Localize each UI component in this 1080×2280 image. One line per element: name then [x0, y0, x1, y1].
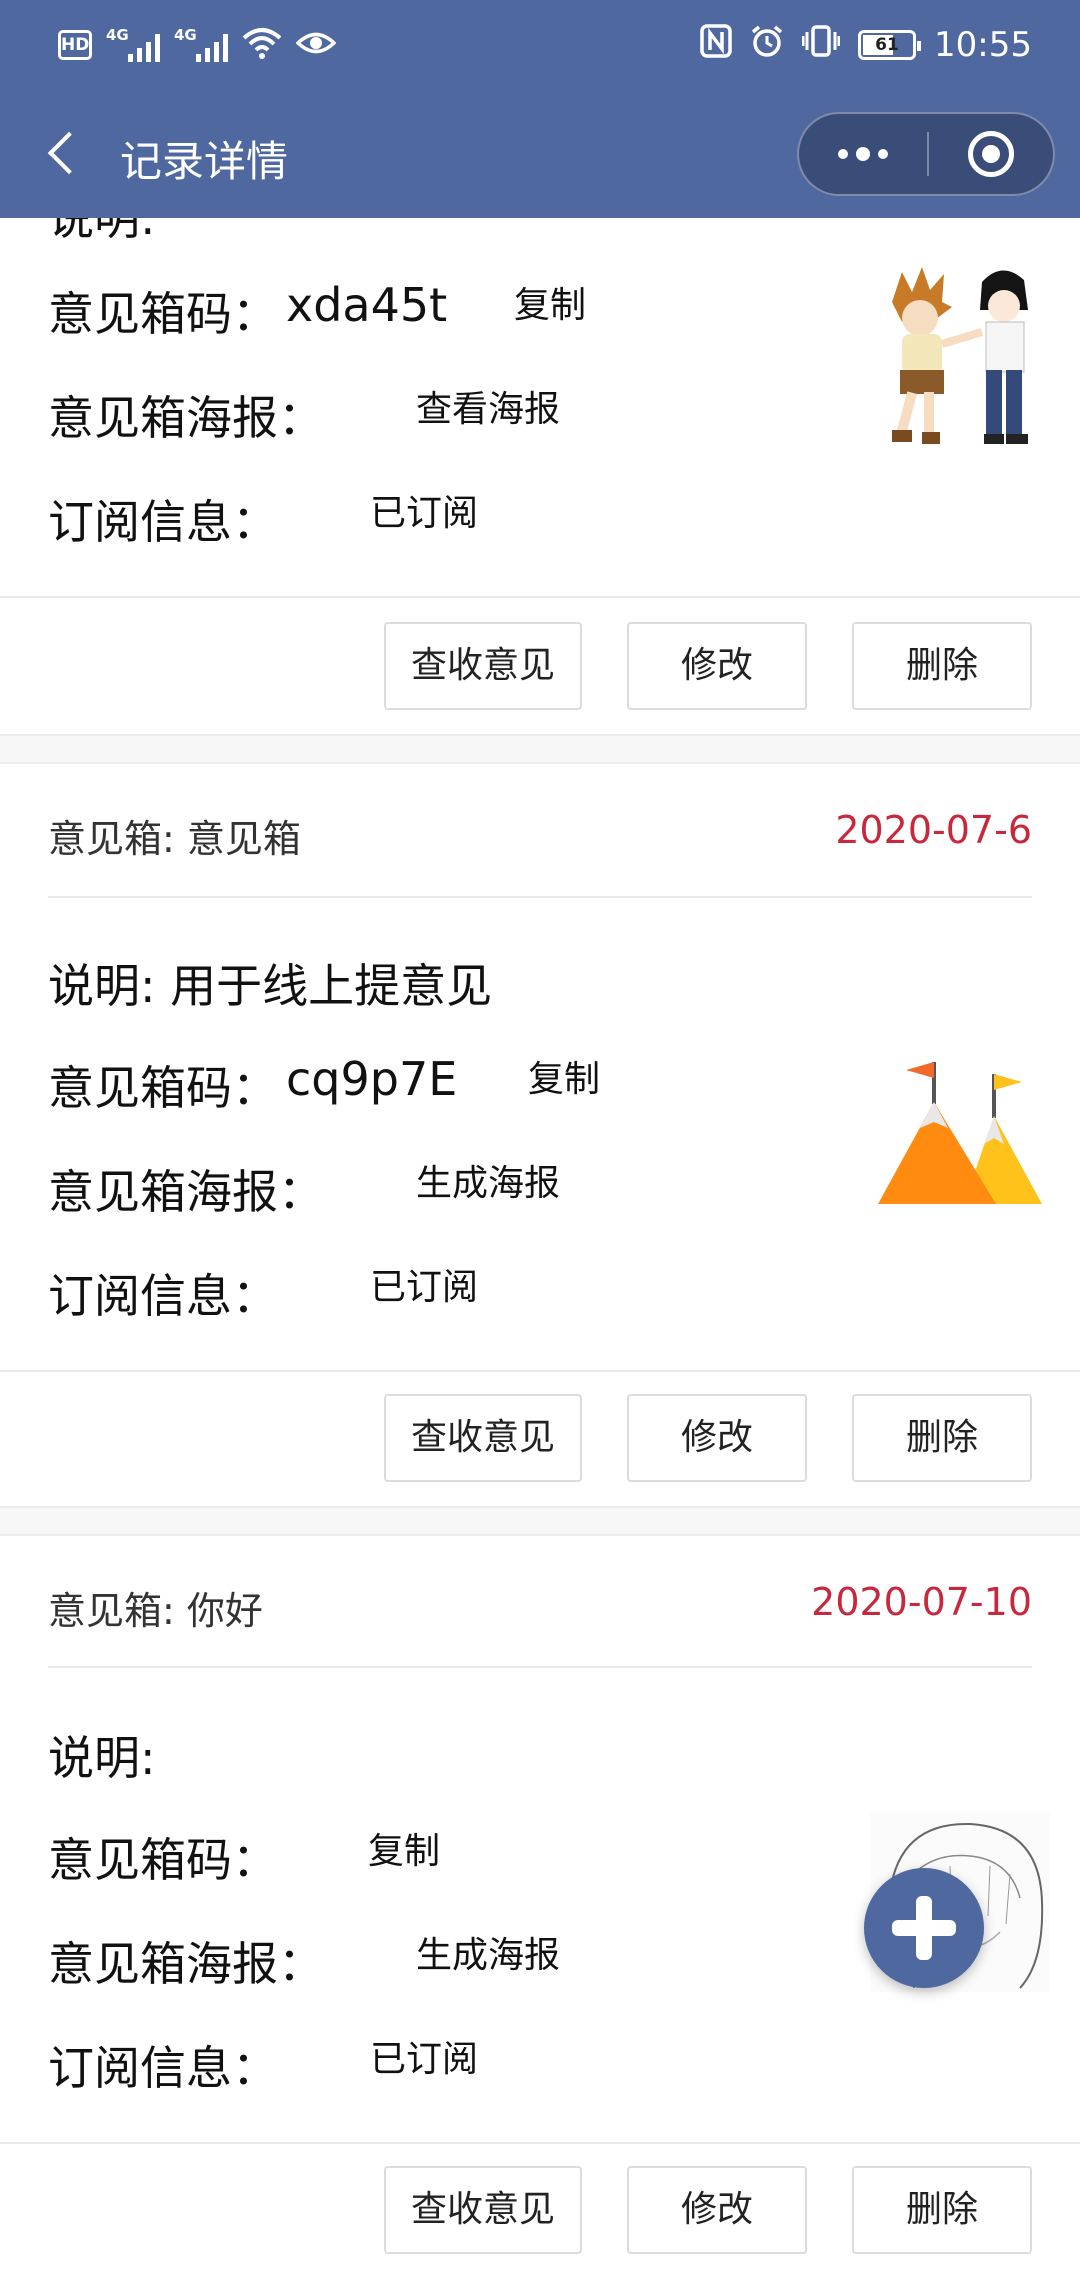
nfc-icon	[700, 23, 732, 67]
record-date: 2020-07-10	[811, 1580, 1032, 1624]
description-label: 说明: 用于线上提意见	[48, 959, 493, 1013]
copy-code-button[interactable]: 复制	[368, 1822, 440, 1874]
divider	[48, 1666, 1032, 1668]
poster-label: 意见箱海报：	[48, 1165, 324, 1219]
back-arrow-icon[interactable]	[44, 130, 84, 180]
signal-icon-2: 4G	[174, 26, 228, 62]
page-title: 记录详情	[120, 137, 289, 186]
app-header: HD 4G 4G 61 10:55 记录详情	[0, 0, 1080, 218]
subscription-status: 已订阅	[370, 493, 479, 534]
divider	[48, 896, 1032, 898]
network-type-label-2: 4G	[174, 26, 197, 44]
divider	[0, 596, 1080, 598]
subscription-label: 订阅信息：	[48, 495, 278, 549]
signal-icon: 4G	[106, 26, 160, 62]
poster-label: 意见箱海报：	[48, 1937, 324, 1991]
card-separator	[0, 1506, 1080, 1536]
code-label: 意见箱码：	[48, 1061, 278, 1115]
delete-button[interactable]: 删除	[852, 1394, 1032, 1482]
network-type-label: 4G	[106, 26, 129, 44]
receive-feedback-button[interactable]: 查收意见	[384, 622, 582, 710]
description-label: 说明:	[48, 1731, 156, 1785]
nav-bar: 记录详情	[0, 92, 1080, 218]
receive-feedback-button[interactable]: 查收意见	[384, 1394, 582, 1482]
vibrate-icon	[801, 24, 841, 67]
alarm-icon	[750, 24, 784, 67]
divider	[0, 1370, 1080, 1372]
edit-button[interactable]: 修改	[627, 622, 807, 710]
battery-icon: 61	[858, 30, 922, 60]
poster-label: 意见箱海报：	[48, 391, 324, 445]
edit-button[interactable]: 修改	[627, 1394, 807, 1482]
subscription-status: 已订阅	[370, 1267, 479, 1308]
subscription-label: 订阅信息：	[48, 1269, 278, 1323]
hd-icon: HD	[58, 30, 92, 60]
code-label: 意见箱码：	[48, 1833, 278, 1887]
status-right: 61 10:55	[700, 22, 1032, 68]
more-menu-button[interactable]	[799, 114, 927, 194]
generate-poster-button[interactable]: 生成海报	[416, 1926, 560, 1978]
edit-button[interactable]: 修改	[627, 2166, 807, 2254]
code-label: 意见箱码：	[48, 287, 278, 341]
mountain-flags-image	[876, 1054, 1046, 1204]
card-separator	[0, 734, 1080, 764]
delete-button[interactable]: 删除	[852, 622, 1032, 710]
code-value: cq9p7E	[286, 1052, 458, 1106]
anime-characters-image	[872, 262, 1042, 452]
close-miniprogram-button[interactable]	[929, 114, 1053, 194]
record-date: 2020-07-6	[835, 808, 1032, 852]
status-bar: HD 4G 4G 61 10:55	[0, 0, 1080, 92]
subscription-label: 订阅信息：	[48, 2041, 278, 2095]
miniprogram-capsule	[797, 112, 1055, 196]
plus-icon[interactable]	[864, 1868, 984, 1988]
clock-time: 10:55	[934, 25, 1032, 65]
description-label: 说明:	[48, 218, 156, 245]
receive-feedback-button[interactable]: 查收意见	[384, 2166, 582, 2254]
eye-icon	[295, 28, 337, 62]
view-poster-button[interactable]: 查看海报	[416, 380, 560, 432]
subscription-status: 已订阅	[370, 2039, 479, 2080]
wifi-icon	[242, 26, 282, 64]
code-value: xda45t	[286, 278, 448, 332]
copy-code-button[interactable]: 复制	[514, 276, 586, 328]
copy-code-button[interactable]: 复制	[528, 1050, 600, 1102]
battery-level: 61	[875, 35, 899, 55]
feedback-box-name: 意见箱: 你好	[48, 1589, 263, 1633]
target-circle-icon	[968, 131, 1014, 177]
feedback-box-name: 意见箱: 意见箱	[48, 817, 301, 861]
generate-poster-button[interactable]: 生成海报	[416, 1154, 560, 1206]
divider	[0, 2142, 1080, 2144]
status-left: HD 4G 4G	[58, 22, 337, 68]
delete-button[interactable]: 删除	[852, 2166, 1032, 2254]
